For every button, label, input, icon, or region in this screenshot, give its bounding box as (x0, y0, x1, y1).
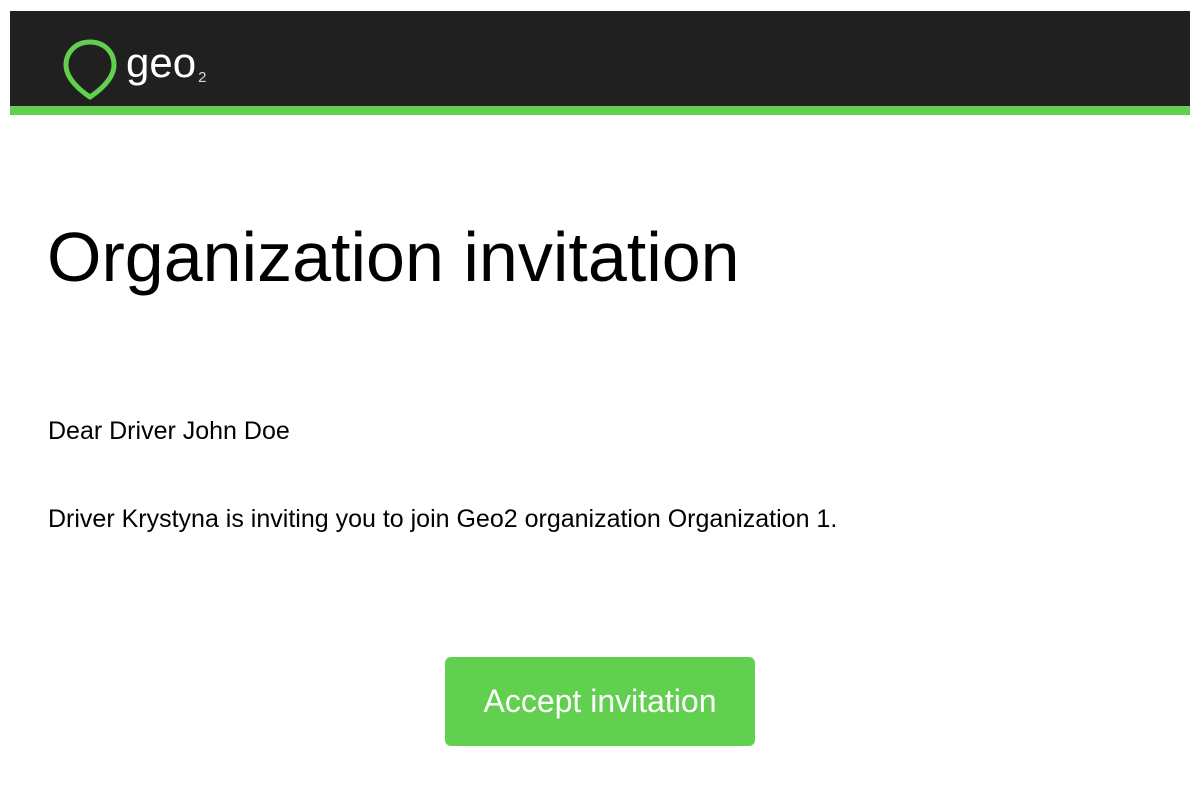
invitation-message: Driver Krystyna is inviting you to join … (48, 505, 838, 533)
accept-invitation-button[interactable]: Accept invitation (445, 657, 755, 746)
map-pin-icon (63, 39, 117, 100)
header-accent-bar (10, 106, 1190, 115)
email-title: Organization invitation (47, 218, 740, 296)
greeting-text: Dear Driver John Doe (48, 417, 290, 445)
logo-wordmark: geo (126, 39, 197, 86)
geo2-logo: geo 2 (62, 38, 206, 100)
logo-wordmark-subscript: 2 (198, 68, 207, 86)
email-header: geo 2 (10, 11, 1190, 106)
